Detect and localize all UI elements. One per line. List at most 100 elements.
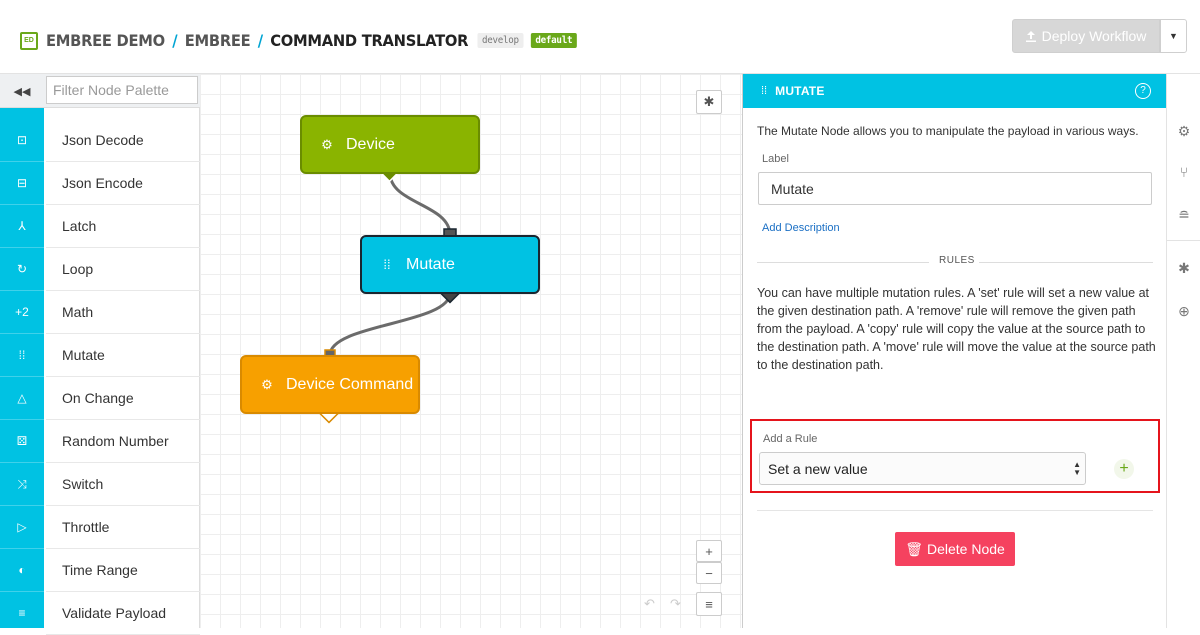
add-description-link[interactable]: Add Description — [762, 222, 840, 234]
branch-icon[interactable]: ⑂ — [1174, 162, 1194, 182]
chip-icon: ⚙ — [261, 376, 273, 392]
zoom-out-button[interactable]: − — [696, 562, 722, 584]
bug-icon: ✱ — [703, 94, 715, 109]
zoom-in-button[interactable]: + — [696, 540, 722, 562]
math-icon: +2 — [0, 291, 44, 334]
label-input[interactable] — [758, 172, 1152, 205]
breadcrumb-separator: / — [172, 30, 178, 50]
dice-icon: ⚄ — [0, 420, 44, 463]
top-header: ED EMBREE DEMO / EMBREE / COMMAND TRANSL… — [0, 0, 1200, 74]
database-icon[interactable]: ≘ — [1174, 205, 1194, 225]
palette-item-label: Switch — [46, 463, 200, 506]
add-rule-section: Add a Rule Set a new value ▲ ▼ + — [750, 419, 1160, 493]
loop-icon: ↻ — [0, 248, 44, 291]
node-label: Device — [346, 135, 395, 153]
node-properties-panel: ⁞⁞ MUTATE ? The Mutate Node allows you t… — [742, 74, 1167, 628]
default-tag: default — [530, 32, 577, 48]
palette-item[interactable]: ⅄ Latch — [0, 205, 200, 248]
validate-icon: ≡ — [0, 592, 44, 635]
breadcrumb-workflows[interactable]: EMBREE — [185, 31, 251, 50]
palette-item[interactable]: △ On Change — [0, 377, 200, 420]
palette-item[interactable]: ⁞⁞ Mutate — [0, 334, 200, 377]
palette-item[interactable]: ⊡ Json Decode — [0, 119, 200, 162]
palette-item[interactable]: ↻ Loop — [0, 248, 200, 291]
deploy-workflow-button[interactable]: Deploy Workflow — [1012, 19, 1160, 53]
panel-title: MUTATE — [775, 84, 825, 98]
palette-item[interactable]: ⤨ Switch — [0, 463, 200, 506]
mutate-icon: ⁞⁞ — [383, 257, 391, 272]
switch-icon: ⤨ — [0, 463, 44, 506]
json-decode-icon: ⊡ — [0, 119, 44, 162]
palette-item-label: Validate Payload — [46, 592, 200, 635]
breadcrumb: EMBREE DEMO / EMBREE / COMMAND TRANSLATO… — [46, 28, 577, 52]
palette-item-label: Time Range — [46, 549, 200, 592]
rule-type-select[interactable]: Set a new value ▲ ▼ — [759, 452, 1086, 485]
debug-toggle-button[interactable]: ✱ — [696, 90, 722, 114]
rules-help-text: You can have multiple mutation rules. A … — [757, 286, 1156, 372]
zoom-out-icon: − — [705, 565, 713, 581]
node-palette: ◀◀ ⊡Json Decode⊟Json Encode⅄Latch↻Loop+2… — [0, 74, 200, 635]
palette-item-label: Throttle — [46, 506, 200, 549]
node-label: Mutate — [406, 255, 455, 273]
canvas-menu-button[interactable]: ≡ — [696, 592, 722, 616]
mutate-icon: ⁞⁞ — [761, 85, 768, 97]
upload-icon — [1025, 30, 1036, 42]
trash-icon: 🗑 — [905, 540, 923, 557]
double-chevron-left-icon: ◀◀ — [13, 85, 31, 98]
breadcrumb-app[interactable]: EMBREE DEMO — [46, 31, 165, 50]
palette-item[interactable]: ◐ Time Range — [0, 549, 200, 592]
add-rule-button[interactable]: + — [1114, 459, 1134, 479]
workflow-canvas[interactable]: ⚙ Device ⁞⁞ Mutate ⚙ Device Command ✱ + … — [200, 74, 742, 628]
palette-toolbar: ◀◀ — [0, 74, 200, 108]
palette-item[interactable]: ⚄ Random Number — [0, 420, 200, 463]
connection-device-mutate — [388, 172, 452, 236]
palette-item[interactable]: ≡ Validate Payload — [0, 592, 200, 635]
logo-icon[interactable]: ED — [20, 32, 38, 50]
palette-item-label: Math — [46, 291, 200, 334]
node-label: Device Command — [286, 375, 414, 393]
undo-icon[interactable]: ↶ — [644, 596, 655, 612]
palette-item-label: Json Encode — [46, 162, 200, 205]
breadcrumb-separator: / — [257, 30, 263, 50]
node-description: The Mutate Node allows you to manipulate… — [757, 124, 1139, 138]
throttle-icon: ▷ — [0, 506, 44, 549]
panel-header: ⁞⁞ MUTATE ? — [743, 74, 1167, 108]
filter-node-palette-input[interactable] — [46, 76, 198, 104]
rule-type-value: Set a new value — [768, 460, 868, 477]
deploy-options-button[interactable]: ▼ — [1160, 19, 1187, 53]
palette-item-label: Random Number — [46, 420, 200, 463]
palette-item-label: Loop — [46, 248, 200, 291]
delete-label: Delete Node — [926, 541, 1005, 557]
mutate-node[interactable]: ⁞⁞ Mutate — [360, 235, 540, 294]
chip-icon: ⚙ — [321, 136, 333, 152]
question-icon[interactable]: ? — [1135, 83, 1151, 99]
zoom-in-icon: + — [705, 543, 713, 559]
palette-list: ⊡ Json Decode ⊟ Json Encode ⅄ Latch ↻ Loop +2 Mat… — [0, 119, 200, 635]
divider — [757, 510, 1153, 511]
caret-down-icon: ▼ — [1169, 31, 1178, 41]
palette-item-label: Mutate — [46, 334, 200, 377]
globe-icon[interactable]: ⊕ — [1174, 301, 1194, 321]
rules-heading-text: RULES — [939, 255, 975, 266]
palette-item[interactable]: ▷ Throttle — [0, 506, 200, 549]
connection-mutate-command — [328, 292, 452, 356]
delete-node-button[interactable]: 🗑 Delete Node — [895, 532, 1015, 566]
json-encode-icon: ⊟ — [0, 162, 44, 205]
palette-item-label: Latch — [46, 205, 200, 248]
device-node[interactable]: ⚙ Device — [300, 115, 480, 174]
palette-item-label: On Change — [46, 377, 200, 420]
collapse-palette-button[interactable]: ◀◀ — [0, 74, 44, 108]
list-icon: ≡ — [705, 596, 713, 612]
version-tag[interactable]: develop — [477, 32, 524, 48]
redo-icon[interactable]: ↷ — [670, 596, 681, 612]
bug-icon[interactable]: ✱ — [1174, 258, 1194, 278]
palette-item-label: Json Decode — [46, 119, 200, 162]
label-field-title: Label — [762, 153, 789, 165]
time-range-icon: ◐ — [0, 549, 44, 592]
palette-item[interactable]: +2 Math — [0, 291, 200, 334]
palette-item[interactable]: ⊟ Json Encode — [0, 162, 200, 205]
page-title: COMMAND TRANSLATOR — [270, 30, 469, 50]
device-command-node[interactable]: ⚙ Device Command — [240, 355, 420, 414]
mutate-icon: ⁞⁞ — [0, 334, 44, 377]
gear-icon[interactable]: ⚙ — [1174, 121, 1194, 141]
